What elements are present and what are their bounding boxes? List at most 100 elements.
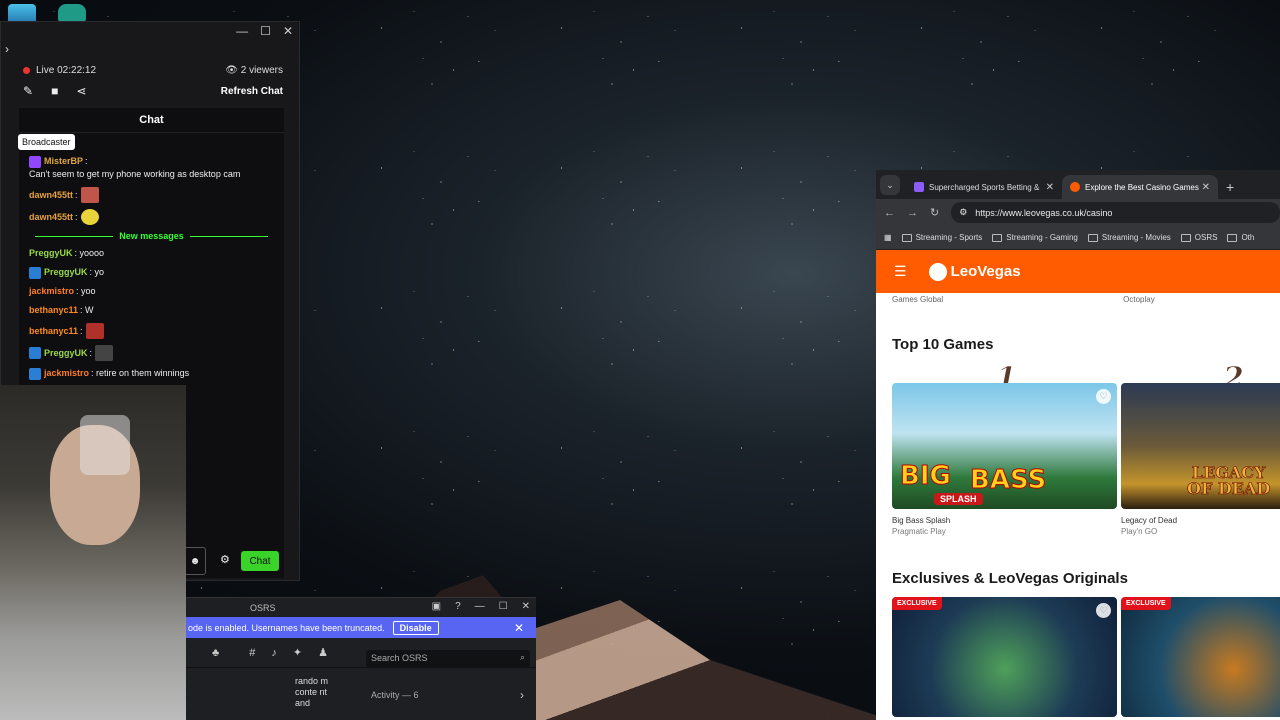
webcam-glass (80, 415, 130, 475)
game-thumbnail[interactable]: LEGACY OF DEAD (1121, 383, 1280, 509)
menu-icon[interactable]: ☰ (894, 263, 907, 280)
address-bar-row: ← → ↻ ⚙ https://www.leovegas.co.uk/casin… (876, 199, 1280, 226)
emote-icon (80, 187, 99, 203)
tab-label: Explore the Best Casino Games (1085, 182, 1199, 192)
live-status: Live 02:22:12 (23, 65, 96, 76)
add-friend-icon[interactable]: ♣ (212, 647, 219, 659)
chat-settings-gear-icon[interactable]: ⚙ (220, 553, 230, 566)
exclusive-game-card[interactable]: EXCLUSIVE ♡ (892, 597, 1117, 717)
close-tab-icon[interactable]: ✕ (1046, 182, 1054, 193)
chat-username[interactable]: bethanyc11 (29, 325, 78, 338)
minimize-icon[interactable]: — (236, 24, 248, 38)
emoji-picker-button[interactable]: ☻ (184, 547, 206, 575)
video-icon[interactable]: ■ (51, 84, 58, 98)
chat-username[interactable]: dawn455tt (29, 189, 73, 202)
bookmark-item[interactable]: Streaming - Gaming (992, 233, 1078, 242)
folder-icon (992, 233, 1003, 242)
share-icon[interactable]: ⋖ (76, 84, 86, 98)
close-tab-icon[interactable]: ✕ (1202, 182, 1210, 193)
exclusive-game-card[interactable]: EXCLUSIVE (1121, 597, 1280, 717)
tab-casino-games[interactable]: Explore the Best Casino Games ✕ (1062, 175, 1218, 199)
leovegas-logo[interactable]: LeoVegas (928, 262, 1021, 281)
exclusives-heading: Exclusives & LeoVegas Originals (892, 570, 1128, 587)
maximize-icon[interactable]: ☐ (260, 24, 271, 38)
chat-text: retire on them winnings (96, 368, 190, 378)
bookmarks-bar: ▦ Streaming - Sports Streaming - Gaming … (876, 226, 1280, 250)
url-field[interactable]: ⚙ https://www.leovegas.co.uk/casino (951, 202, 1280, 223)
chat-message: bethanyc11: (29, 323, 274, 339)
game-thumbnail[interactable]: EXCLUSIVE ♡ (892, 597, 1117, 717)
game-provider: Play'n GO (1121, 527, 1158, 536)
tab-search-chevron-icon[interactable]: ⌄ (880, 175, 900, 195)
new-messages-divider: New messages (29, 231, 274, 241)
game-card[interactable]: 1 BIG BASS SPLASH ♡ Big Bass Splash Prag… (892, 361, 1117, 536)
emote-icon (85, 323, 104, 339)
chat-message: PreggyUK: yo (29, 266, 274, 279)
bell-icon[interactable]: ♪ (271, 647, 277, 659)
chat-title: Chat (19, 108, 284, 133)
forward-icon[interactable]: → (907, 207, 918, 219)
apps-grid-icon[interactable]: ▦ (884, 233, 892, 242)
osrs-window-title: OSRS (250, 602, 276, 613)
disable-button[interactable]: Disable (392, 620, 439, 635)
chat-username[interactable]: bethanyc11 (29, 304, 78, 317)
help-icon[interactable]: ? (455, 601, 461, 612)
new-tab-icon[interactable]: + (1218, 179, 1242, 199)
send-chat-button[interactable]: Chat (241, 551, 279, 571)
favorite-heart-icon[interactable]: ♡ (1096, 389, 1111, 404)
bookmark-item[interactable]: OSRS (1180, 233, 1218, 242)
chat-username[interactable]: PreggyUK (44, 266, 88, 279)
reload-icon[interactable]: ↻ (930, 206, 939, 219)
game-thumbnail[interactable]: BIG BASS SPLASH ♡ (892, 383, 1117, 509)
refresh-chat-button[interactable]: Refresh Chat (221, 86, 283, 97)
search-osrs-input[interactable]: Search OSRS ⌕ (366, 650, 530, 668)
badge-icon (29, 347, 41, 359)
chat-username[interactable]: MisterBP (44, 155, 83, 168)
chat-text: W (85, 305, 94, 315)
bookmark-item[interactable]: Streaming - Sports (901, 233, 982, 242)
chevron-right-icon[interactable]: › (520, 688, 524, 702)
expand-chevron-icon[interactable]: › (5, 42, 9, 56)
emote-icon (80, 209, 99, 225)
bookmark-item[interactable]: Streaming - Movies (1087, 233, 1171, 242)
bookmark-label: Streaming - Gaming (1006, 233, 1078, 242)
viewer-count: 👁 2 viewers (225, 65, 283, 76)
chat-username[interactable]: PreggyUK (29, 247, 73, 260)
chat-username[interactable]: jackmistro (29, 285, 74, 298)
chat-message: PreggyUK: yoooo (29, 247, 105, 260)
live-dot-icon (23, 66, 30, 74)
pencil-icon[interactable]: ✎ (23, 84, 33, 98)
folder-icon (1180, 233, 1191, 242)
viewer-count-label: 2 viewers (240, 65, 283, 76)
minimize-icon[interactable]: — (475, 601, 485, 612)
chat-messages[interactable]: MisterBP: Can't seem to get my phone wor… (19, 133, 284, 390)
chat-username[interactable]: dawn455tt (29, 211, 73, 224)
threads-icon[interactable]: # (249, 647, 255, 659)
game-name: Big Bass Splash (892, 516, 951, 525)
bookmark-label: OSRS (1194, 233, 1218, 242)
favicon-icon (1070, 182, 1080, 192)
tab-sports-betting[interactable]: Supercharged Sports Betting & ✕ (906, 175, 1062, 199)
close-banner-icon[interactable]: ✕ (514, 621, 524, 635)
chat-text: yoo (81, 286, 96, 296)
search-placeholder: Search OSRS (371, 653, 428, 663)
maximize-icon[interactable]: ☐ (499, 601, 508, 612)
provider-row: Games Global Octoplay (892, 293, 1264, 304)
back-icon[interactable]: ← (884, 207, 895, 219)
members-icon[interactable]: ♟ (318, 646, 328, 659)
close-icon[interactable]: ✕ (283, 24, 293, 38)
close-icon[interactable]: ✕ (522, 601, 530, 612)
pin-icon[interactable]: ✦ (293, 646, 302, 659)
top10-heading: Top 10 Games (892, 336, 994, 353)
bookmark-item[interactable]: Oth (1227, 233, 1254, 242)
game-card[interactable]: 2 LEGACY OF DEAD Legacy of Dead Play'n GO (1121, 361, 1280, 536)
chat-username[interactable]: jackmistro (44, 367, 89, 380)
chat-username[interactable]: PreggyUK (44, 347, 88, 360)
inbox-icon[interactable]: ▣ (432, 601, 441, 612)
site-info-icon[interactable]: ⚙ (959, 207, 967, 218)
game-thumbnail[interactable]: EXCLUSIVE (1121, 597, 1280, 717)
search-icon: ⌕ (519, 652, 525, 662)
thumb-art-text: BASS (969, 465, 1047, 496)
activity-header[interactable]: Activity — 6 (371, 690, 419, 700)
favorite-heart-icon[interactable]: ♡ (1096, 603, 1111, 618)
